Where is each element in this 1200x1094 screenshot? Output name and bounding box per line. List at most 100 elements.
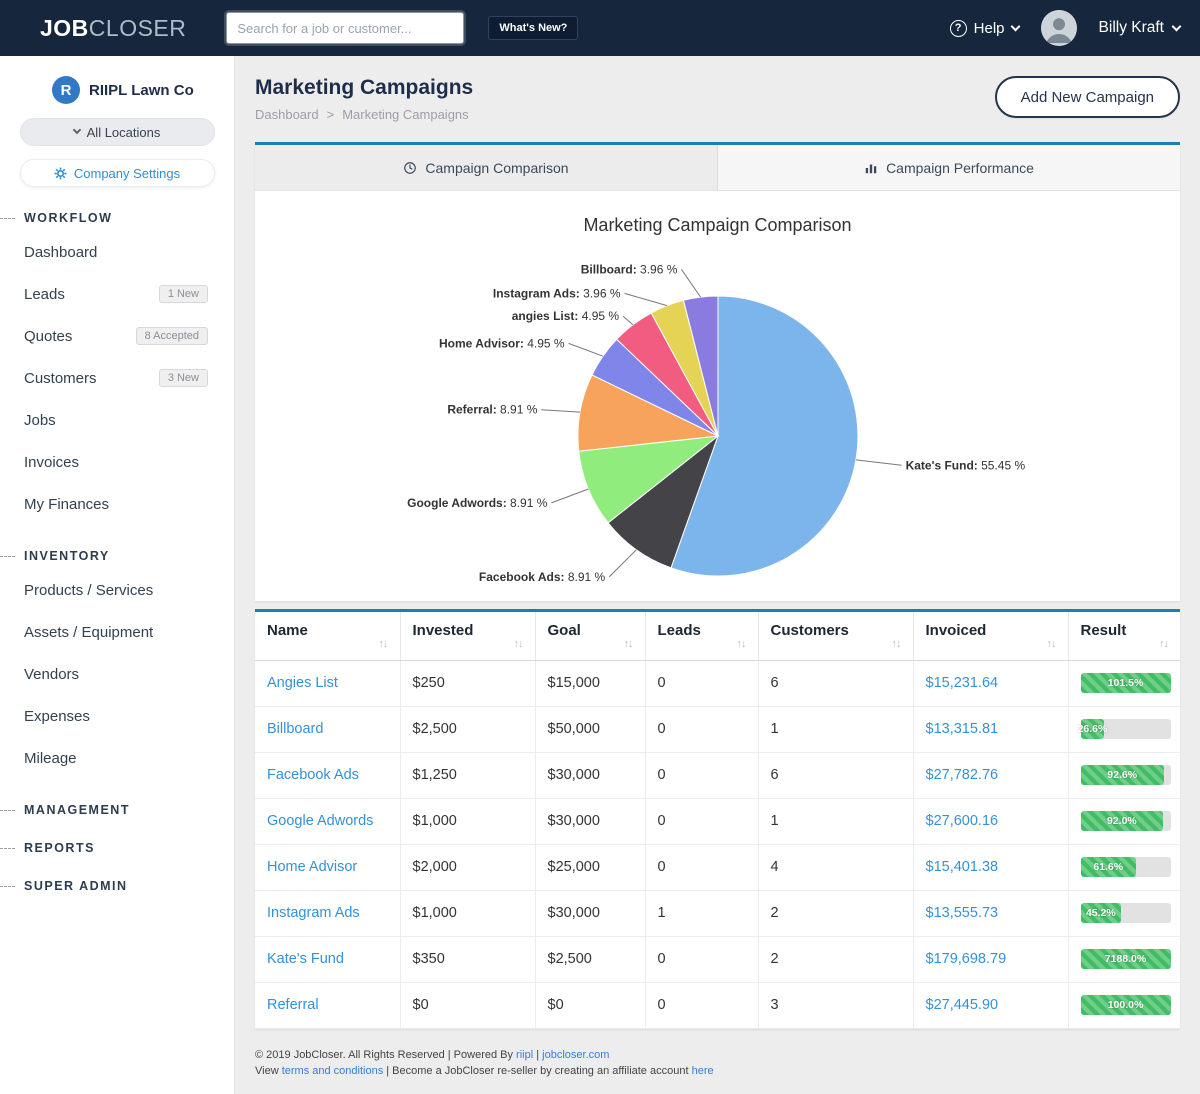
cell-name: Referral bbox=[255, 982, 400, 1028]
sidebar-item-assets-equipment[interactable]: Assets / Equipment bbox=[0, 611, 234, 653]
company-header: R RIIPL Lawn Co bbox=[0, 76, 234, 118]
app-logo[interactable]: JOBCLOSER bbox=[40, 15, 186, 42]
cell-invested: $2,500 bbox=[400, 706, 535, 752]
sort-icon[interactable]: ↑↓ bbox=[514, 638, 523, 650]
locations-dropdown[interactable]: All Locations bbox=[20, 118, 215, 146]
column-label: Invoiced bbox=[926, 622, 987, 639]
invoiced-link[interactable]: $27,445.90 bbox=[926, 997, 999, 1013]
sidebar-item-expenses[interactable]: Expenses bbox=[0, 695, 234, 737]
sidebar-item-jobs[interactable]: Jobs bbox=[0, 399, 234, 441]
sort-icon[interactable]: ↑↓ bbox=[892, 638, 901, 650]
invoiced-link[interactable]: $13,315.81 bbox=[926, 721, 999, 737]
column-header-result[interactable]: Result↑↓ bbox=[1068, 612, 1180, 660]
column-header-invoiced[interactable]: Invoiced ↑↓ bbox=[913, 612, 1068, 660]
column-header-name[interactable]: Name ↑↓ bbox=[255, 612, 400, 660]
invoiced-link[interactable]: $15,231.64 bbox=[926, 675, 999, 691]
column-header-invested[interactable]: Invested↑↓ bbox=[400, 612, 535, 660]
table-row: Kate's Fund$350$2,50002$179,698.797188.0… bbox=[255, 936, 1180, 982]
sort-icon[interactable]: ↑↓ bbox=[1159, 638, 1168, 650]
pie-label: Billboard: 3.96 % bbox=[581, 262, 678, 276]
sidebar-item-quotes[interactable]: Quotes8 Accepted bbox=[0, 315, 234, 357]
breadcrumb-dashboard[interactable]: Dashboard bbox=[255, 107, 319, 122]
sidebar-item-products-services[interactable]: Products / Services bbox=[0, 569, 234, 611]
invoiced-link[interactable]: $27,600.16 bbox=[926, 813, 999, 829]
nav-section-inventory[interactable]: INVENTORY bbox=[0, 549, 234, 563]
cell-result: 92.6% bbox=[1068, 752, 1180, 798]
footer-line-2: View terms and conditions | Become a Job… bbox=[255, 1063, 1180, 1080]
search-input[interactable] bbox=[226, 12, 464, 44]
add-new-campaign-button[interactable]: Add New Campaign bbox=[995, 76, 1180, 118]
cell-invoiced: $27,600.16 bbox=[913, 798, 1068, 844]
invoiced-link[interactable]: $13,555.73 bbox=[926, 905, 999, 921]
cell-invested: $0 bbox=[400, 982, 535, 1028]
campaign-link[interactable]: Facebook Ads bbox=[267, 767, 359, 783]
sort-icon[interactable]: ↑↓ bbox=[624, 638, 633, 650]
company-settings-button[interactable]: Company Settings bbox=[20, 159, 215, 187]
help-menu[interactable]: ? Help bbox=[950, 20, 1019, 37]
terms-link[interactable]: terms and conditions bbox=[282, 1065, 384, 1077]
campaign-link[interactable]: Home Advisor bbox=[267, 859, 357, 875]
jobcloser-link[interactable]: jobcloser.com bbox=[542, 1049, 609, 1061]
nav-section-super-admin[interactable]: SUPER ADMIN bbox=[0, 879, 234, 893]
campaign-link[interactable]: Billboard bbox=[267, 721, 323, 737]
tab-campaign-performance[interactable]: Campaign Performance bbox=[717, 145, 1180, 190]
table-row: Angies List$250$15,00006$15,231.64101.5% bbox=[255, 660, 1180, 706]
cell-goal: $30,000 bbox=[535, 752, 645, 798]
cell-name: Google Adwords bbox=[255, 798, 400, 844]
campaign-link[interactable]: Instagram Ads bbox=[267, 905, 360, 921]
cell-customers: 4 bbox=[758, 844, 913, 890]
sidebar-item-label: Expenses bbox=[24, 708, 90, 725]
invoiced-link[interactable]: $179,698.79 bbox=[926, 951, 1007, 967]
cell-invested: $1,250 bbox=[400, 752, 535, 798]
campaign-link[interactable]: Referral bbox=[267, 997, 319, 1013]
cell-result: 92.0% bbox=[1068, 798, 1180, 844]
column-header-goal[interactable]: Goal↑↓ bbox=[535, 612, 645, 660]
result-bar-fill: 7188.0% bbox=[1081, 949, 1171, 969]
nav-section-workflow[interactable]: WORKFLOW bbox=[0, 211, 234, 225]
sidebar-item-invoices[interactable]: Invoices bbox=[0, 441, 234, 483]
campaign-link[interactable]: Angies List bbox=[267, 675, 338, 691]
cell-customers: 6 bbox=[758, 752, 913, 798]
column-header-leads[interactable]: Leads↑↓ bbox=[645, 612, 758, 660]
column-header-customers[interactable]: Customers↑↓ bbox=[758, 612, 913, 660]
cell-name: Home Advisor bbox=[255, 844, 400, 890]
sidebar-item-label: Dashboard bbox=[24, 244, 97, 261]
cell-goal: $2,500 bbox=[535, 936, 645, 982]
riipl-link[interactable]: riipl bbox=[516, 1049, 533, 1061]
result-bar-fill: 45.2% bbox=[1081, 903, 1122, 923]
cell-leads: 0 bbox=[645, 752, 758, 798]
sidebar-item-label: Customers bbox=[24, 370, 97, 387]
invoiced-link[interactable]: $27,782.76 bbox=[926, 767, 999, 783]
invoiced-link[interactable]: $15,401.38 bbox=[926, 859, 999, 875]
cell-invoiced: $15,401.38 bbox=[913, 844, 1068, 890]
sidebar-item-mileage[interactable]: Mileage bbox=[0, 737, 234, 779]
column-label: Name bbox=[267, 622, 308, 639]
sidebar-item-dashboard[interactable]: Dashboard bbox=[0, 231, 234, 273]
cell-result: 45.2% bbox=[1068, 890, 1180, 936]
nav-section-reports[interactable]: REPORTS bbox=[0, 841, 234, 855]
breadcrumb-current: Marketing Campaigns bbox=[342, 107, 468, 122]
cell-result: 100.0% bbox=[1068, 982, 1180, 1028]
sort-icon[interactable]: ↑↓ bbox=[379, 638, 388, 650]
user-menu[interactable]: Billy Kraft bbox=[1099, 19, 1180, 37]
campaign-link[interactable]: Kate's Fund bbox=[267, 951, 344, 967]
cell-invoiced: $15,231.64 bbox=[913, 660, 1068, 706]
nav-section-management[interactable]: MANAGEMENT bbox=[0, 803, 234, 817]
cell-invoiced: $13,555.73 bbox=[913, 890, 1068, 936]
user-avatar[interactable] bbox=[1041, 10, 1077, 46]
sidebar-item-customers[interactable]: Customers3 New bbox=[0, 357, 234, 399]
tab-bar: Campaign Comparison Campaign Performance bbox=[255, 145, 1180, 191]
sidebar-item-leads[interactable]: Leads1 New bbox=[0, 273, 234, 315]
sidebar-item-vendors[interactable]: Vendors bbox=[0, 653, 234, 695]
campaign-link[interactable]: Google Adwords bbox=[267, 813, 373, 829]
whats-new-button[interactable]: What's New? bbox=[488, 16, 578, 40]
sidebar-item-my-finances[interactable]: My Finances bbox=[0, 483, 234, 525]
sort-icon[interactable]: ↑↓ bbox=[737, 638, 746, 650]
affiliate-link[interactable]: here bbox=[692, 1065, 714, 1077]
cell-result: 26.6% bbox=[1068, 706, 1180, 752]
cell-customers: 1 bbox=[758, 706, 913, 752]
tab-campaign-comparison[interactable]: Campaign Comparison bbox=[255, 145, 717, 190]
sort-icon[interactable]: ↑↓ bbox=[1047, 638, 1056, 650]
section-dash-icon bbox=[0, 556, 15, 557]
company-logo: R bbox=[52, 76, 80, 104]
